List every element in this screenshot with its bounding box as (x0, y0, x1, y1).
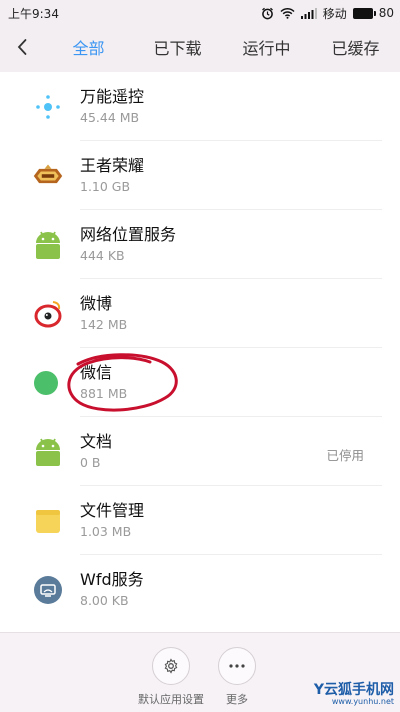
app-size: 142 MB (80, 317, 128, 332)
android-icon (32, 436, 64, 468)
disabled-status-label: 已停用 (326, 448, 364, 463)
more-label: 更多 (226, 693, 248, 706)
more-dots-icon (218, 647, 256, 685)
status-bar: 上午9:34 移动 80 (0, 0, 400, 26)
folder-icon (32, 505, 64, 537)
watermark-main: Y云狐手机网 (313, 682, 394, 698)
site-watermark: Y云狐手机网 www.yunhu.net (314, 683, 394, 706)
list-item[interactable]: 文档 0 B 已停用 (0, 417, 400, 486)
app-size: 0 B (80, 455, 101, 470)
list-item[interactable]: Wfd服务 8.00 KB (0, 555, 400, 624)
app-size: 1.10 GB (80, 179, 131, 194)
status-indicators: 移动 80 (261, 5, 400, 22)
weibo-icon (32, 298, 64, 330)
wifi-icon (280, 7, 295, 19)
carrier-label: 移动 (322, 6, 347, 21)
wechat-icon (32, 367, 64, 399)
app-name: 文件管理 (80, 501, 145, 520)
app-size: 8.00 KB (80, 593, 129, 608)
list-item[interactable]: 网络位置服务 444 KB (0, 210, 400, 279)
app-name: 微博 (80, 294, 113, 313)
default-app-settings-button[interactable]: 默认应用设置 (138, 647, 204, 707)
tab-cached[interactable]: 已缓存 (311, 26, 400, 72)
alarm-icon (261, 7, 274, 20)
android-icon (32, 229, 64, 261)
default-app-settings-label: 默认应用设置 (138, 693, 204, 706)
remote-control-icon (32, 91, 64, 123)
app-name: 王者荣耀 (80, 156, 145, 175)
chevron-left-icon (16, 38, 28, 60)
tab-all[interactable]: 全部 (44, 26, 133, 72)
battery-icon (352, 7, 376, 19)
back-button[interactable] (0, 26, 44, 72)
list-item[interactable]: 文件管理 1.03 MB (0, 486, 400, 555)
app-name: 文档 (80, 432, 113, 451)
app-name: 万能遥控 (80, 87, 145, 106)
app-size: 444 KB (80, 248, 125, 263)
bottom-action-bar: 默认应用设置 更多 Y云狐手机网 www.yunhu.net (0, 632, 400, 712)
app-name: Wfd服务 (80, 570, 144, 589)
wfd-icon (32, 574, 64, 606)
app-name: 网络位置服务 (80, 225, 177, 244)
tab-header: 全部 已下载 运行中 已缓存 (0, 26, 400, 72)
tab-downloaded[interactable]: 已下载 (133, 26, 222, 72)
game-logo-icon (32, 160, 64, 192)
app-list: 万能遥控 45.44 MB 王者荣耀 1.10 GB 网络位置服务 444 KB… (0, 72, 400, 632)
watermark-sub: www.yunhu.net (331, 697, 394, 706)
app-name: 微信 (80, 363, 113, 382)
list-item[interactable]: 万能遥控 45.44 MB (0, 72, 400, 141)
gear-icon (152, 647, 190, 685)
battery-level: 80 (378, 6, 394, 20)
tab-running[interactable]: 运行中 (222, 26, 311, 72)
list-item[interactable]: 王者荣耀 1.10 GB (0, 141, 400, 210)
more-button[interactable]: 更多 (218, 647, 256, 707)
status-time: 上午9:34 (8, 6, 59, 21)
list-item[interactable]: 微信 881 MB (0, 348, 400, 417)
tab-bar: 全部 已下载 运行中 已缓存 (44, 26, 400, 72)
app-size: 1.03 MB (80, 524, 132, 539)
app-size: 45.44 MB (80, 110, 140, 125)
signal-icon (300, 7, 317, 19)
list-item[interactable]: 微博 142 MB (0, 279, 400, 348)
app-size: 881 MB (80, 386, 128, 401)
